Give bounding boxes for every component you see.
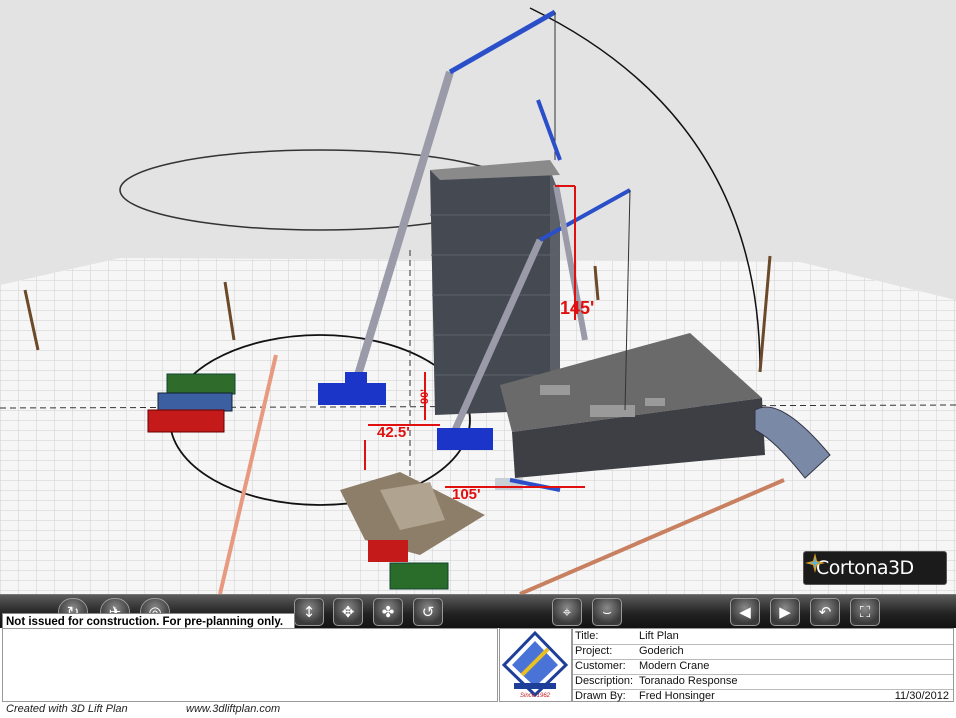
turn-icon: ✤ [381,603,395,621]
crosshair-icon: ⌖ [562,603,572,621]
customer-label: Customer: [575,660,626,672]
project-label: Project: [575,645,613,657]
roll-icon: ↺ [421,603,435,621]
radius-dimension-label-1: 42.5' [377,424,410,441]
project-row: Project: Goderich [573,644,953,660]
3d-viewport[interactable]: 145' 42.5' 105' 90' Cortona3D [0,0,956,594]
description-row: Description: Toranado Response [573,674,953,690]
drawn-by-value: Fred Honsinger [639,690,715,702]
description-label: Description: [575,675,634,687]
title-label: Title: [575,630,599,642]
title-block: Title: Lift Plan Project: Goderich Custo… [572,628,954,702]
roll-button[interactable]: ↺ [413,598,443,626]
undo-icon: ↶ [818,603,832,621]
description-value: Toranado Response [639,675,738,687]
arrow-right-icon: ▶ [779,603,791,621]
lift-plan-footer: Since 1962 Title: Lift Plan Project: God… [0,628,956,718]
drawing-date: 11/30/2012 [894,690,949,702]
disclaimer-banner: Not issued for construction. For pre-pla… [2,613,295,629]
company-logo: Since 1962 [499,628,572,702]
cortona-star-icon [805,553,825,573]
fit-icon: ⛶ [859,603,871,621]
pan-icon: ✥ [341,603,355,621]
cortona3d-logo: Cortona3D [803,551,947,585]
plan-button[interactable]: ↕ [294,598,324,626]
align-icon: ⌣ [602,603,612,621]
scene-canvas[interactable]: 145' 42.5' 105' 90' [0,0,956,594]
customer-value: Modern Crane [639,660,710,672]
drawn-by-label: Drawn By: [575,690,626,702]
turn-button[interactable]: ✤ [373,598,403,626]
created-with-text: Created with 3D Lift Plan [6,703,128,715]
drawn-by-row: Drawn By: Fred Honsinger 11/30/2012 [573,689,953,704]
title-row: Title: Lift Plan [573,629,953,645]
notes-area [2,628,498,702]
arrow-left-icon: ◀ [739,603,751,621]
previous-viewpoint-button[interactable]: ◀ [730,598,760,626]
crane-logo-icon: Since 1962 [501,630,569,699]
cortona3d-wordmark: Cortona3D [816,557,914,579]
radius-dimension-label-2: 105' [452,486,481,503]
red-truck [368,540,408,562]
next-viewpoint-button[interactable]: ▶ [770,598,800,626]
title-value: Lift Plan [639,630,679,642]
align-button[interactable]: ⌣ [592,598,622,626]
fit-view-button[interactable]: ⛶ [850,598,880,626]
website-link[interactable]: www.3dliftplan.com [186,703,280,715]
height-dimension-label-small: 90' [419,389,431,404]
restore-view-button[interactable]: ↶ [810,598,840,626]
company-logo-since-text: Since 1962 [520,693,551,699]
project-value: Goderich [639,645,684,657]
customer-row: Customer: Modern Crane [573,659,953,675]
goto-button[interactable]: ⌖ [552,598,582,626]
pan-button[interactable]: ✥ [333,598,363,626]
height-dimension-label: 145' [560,298,594,318]
plan-icon: ↕ [302,603,316,621]
